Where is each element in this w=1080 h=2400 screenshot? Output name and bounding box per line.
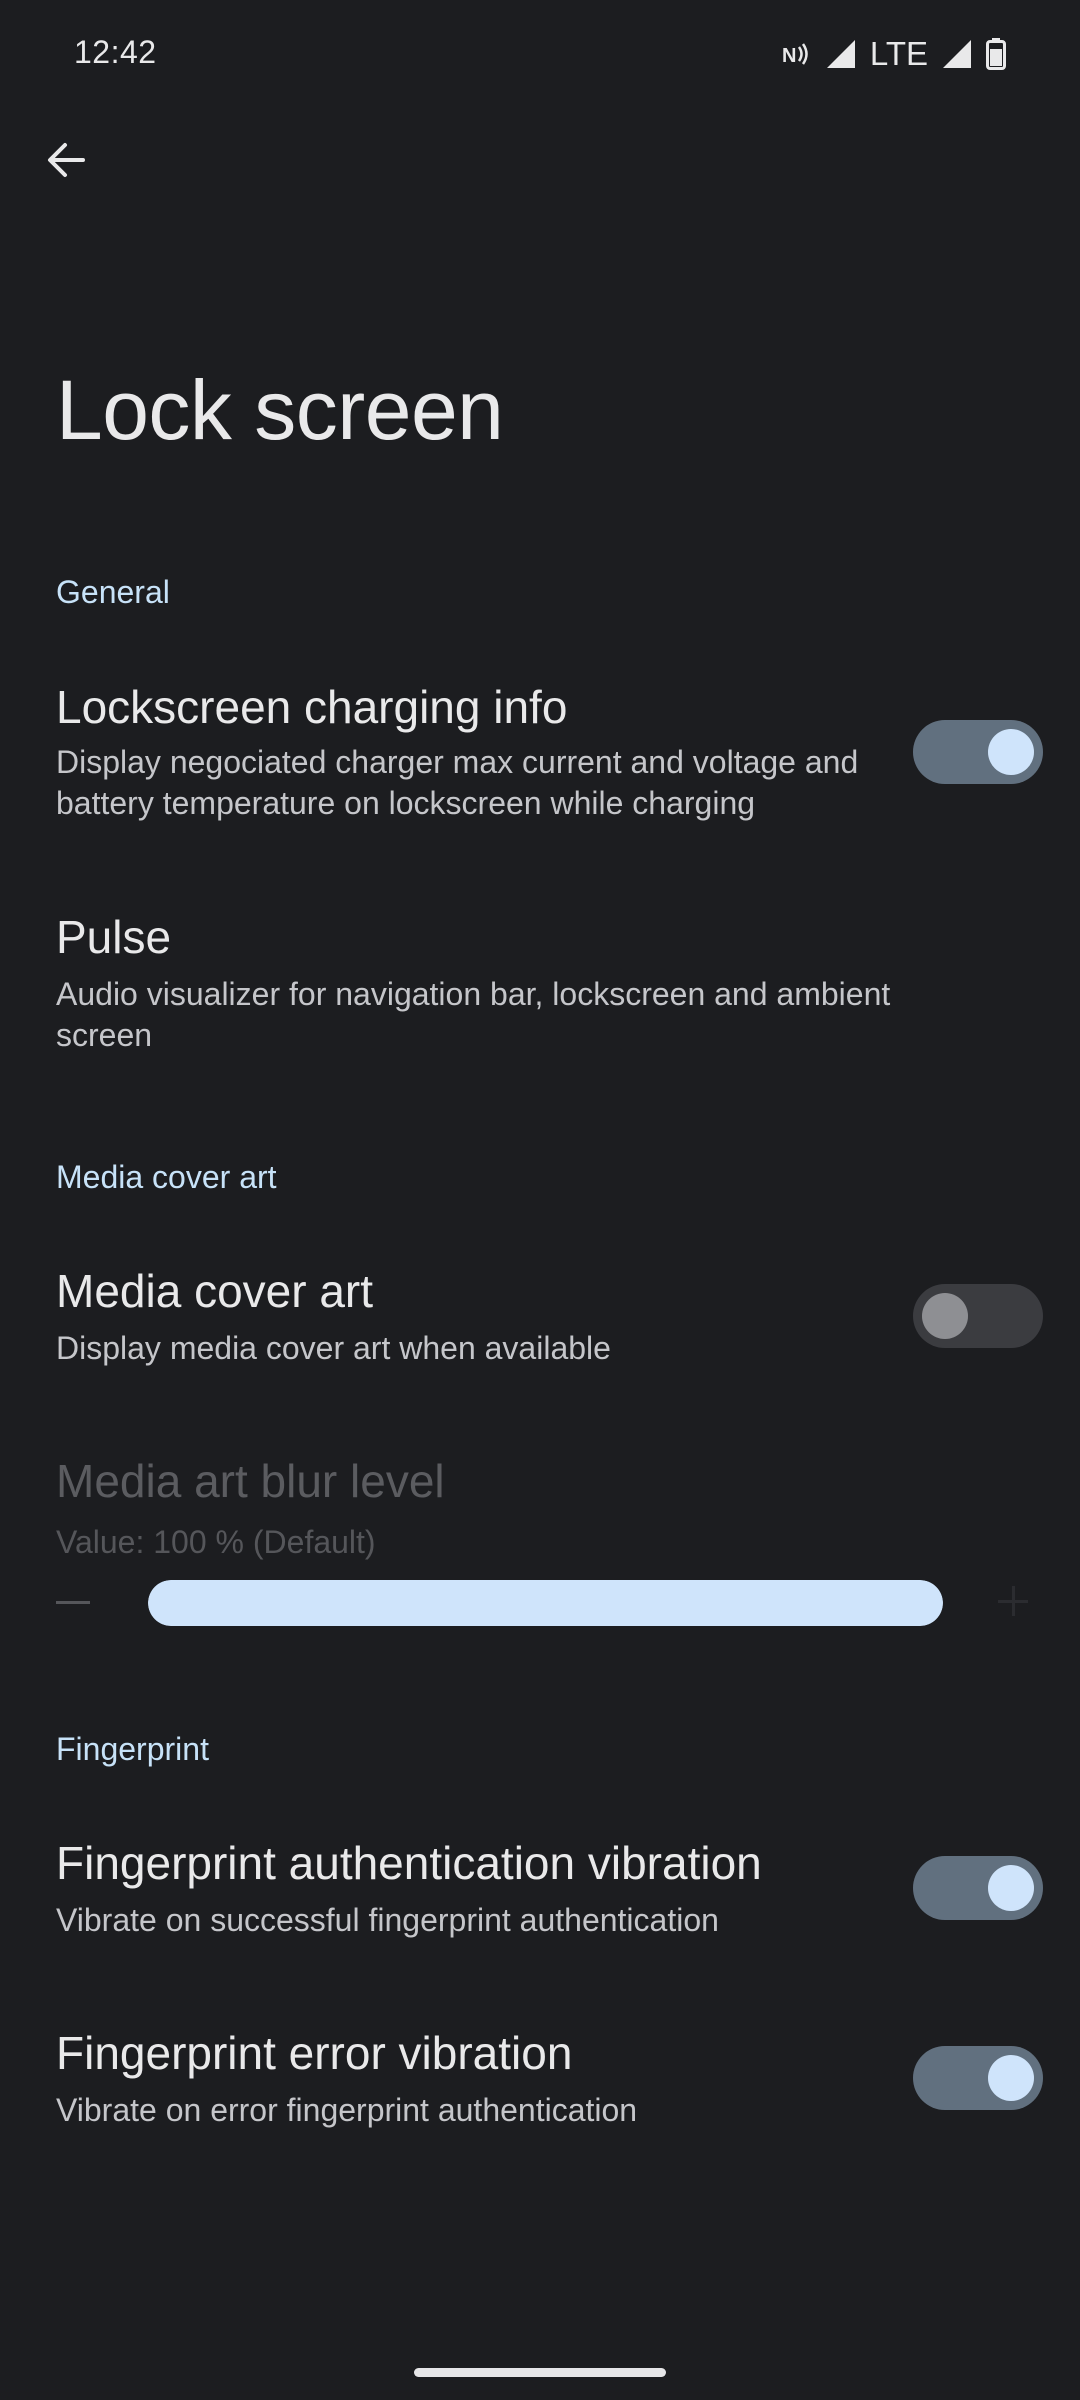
switch-thumb bbox=[988, 2055, 1034, 2101]
signal-icon bbox=[826, 40, 855, 68]
pulse-row[interactable]: Pulse Audio visualizer for navigation ba… bbox=[0, 910, 1080, 1060]
media-cover-art-row[interactable]: Media cover art Display media cover art … bbox=[0, 1264, 1080, 1384]
status-bar: 12:42 N LTE bbox=[0, 0, 1080, 108]
pref-title: Lockscreen charging info bbox=[56, 681, 568, 733]
gesture-nav-handle[interactable] bbox=[414, 2368, 666, 2377]
switch-thumb bbox=[922, 1293, 968, 1339]
page-title: Lock screen bbox=[56, 363, 504, 457]
lockscreen-charging-info-row[interactable]: Lockscreen charging info Display negocia… bbox=[0, 680, 1080, 860]
switch-thumb bbox=[988, 729, 1034, 775]
switch-thumb bbox=[988, 1865, 1034, 1911]
back-button[interactable] bbox=[30, 120, 102, 200]
status-icons: N LTE bbox=[782, 30, 1006, 78]
fingerprint-auth-vibration-switch[interactable] bbox=[913, 1856, 1043, 1920]
settings-screen: 12:42 N LTE Lock screen General Lockscre… bbox=[0, 0, 1080, 2400]
pref-summary: Vibrate on error fingerprint authenticat… bbox=[56, 2092, 638, 2128]
fingerprint-auth-vibration-row[interactable]: Fingerprint authentication vibration Vib… bbox=[0, 1836, 1080, 1956]
pref-title: Media art blur level bbox=[56, 1455, 445, 1507]
nfc-icon: N bbox=[782, 43, 808, 67]
section-header-fingerprint: Fingerprint bbox=[56, 1731, 209, 1767]
pref-title: Media cover art bbox=[56, 1265, 374, 1317]
slider-increment-icon bbox=[998, 1586, 1028, 1616]
battery-icon bbox=[986, 38, 1006, 70]
slider-decrement-icon bbox=[56, 1601, 90, 1604]
section-header-media-cover-art: Media cover art bbox=[56, 1159, 277, 1195]
section-header-general: General bbox=[56, 574, 170, 610]
signal-icon bbox=[943, 40, 971, 68]
pref-title: Pulse bbox=[56, 911, 172, 963]
network-type-label: LTE bbox=[869, 35, 928, 72]
slider-fill bbox=[148, 1580, 943, 1626]
lockscreen-charging-info-switch[interactable] bbox=[913, 720, 1043, 784]
blur-level-slider bbox=[148, 1580, 943, 1626]
status-time: 12:42 bbox=[74, 34, 157, 70]
svg-text:N: N bbox=[782, 45, 796, 67]
pref-summary: Value: 100 % (Default) bbox=[56, 1524, 376, 1560]
pref-title: Fingerprint authentication vibration bbox=[56, 1837, 762, 1889]
pref-summary: Vibrate on successful fingerprint authen… bbox=[56, 1902, 719, 1938]
media-cover-art-switch[interactable] bbox=[913, 1284, 1043, 1348]
fingerprint-error-vibration-switch[interactable] bbox=[913, 2046, 1043, 2110]
pref-summary: Display negociated charger max current a… bbox=[56, 744, 859, 821]
pref-summary: Display media cover art when available bbox=[56, 1330, 611, 1366]
fingerprint-error-vibration-row[interactable]: Fingerprint error vibration Vibrate on e… bbox=[0, 2026, 1080, 2146]
pref-title: Fingerprint error vibration bbox=[56, 2027, 573, 2079]
arrow-back-icon bbox=[48, 143, 85, 177]
pref-summary: Audio visualizer for navigation bar, loc… bbox=[56, 976, 891, 1053]
